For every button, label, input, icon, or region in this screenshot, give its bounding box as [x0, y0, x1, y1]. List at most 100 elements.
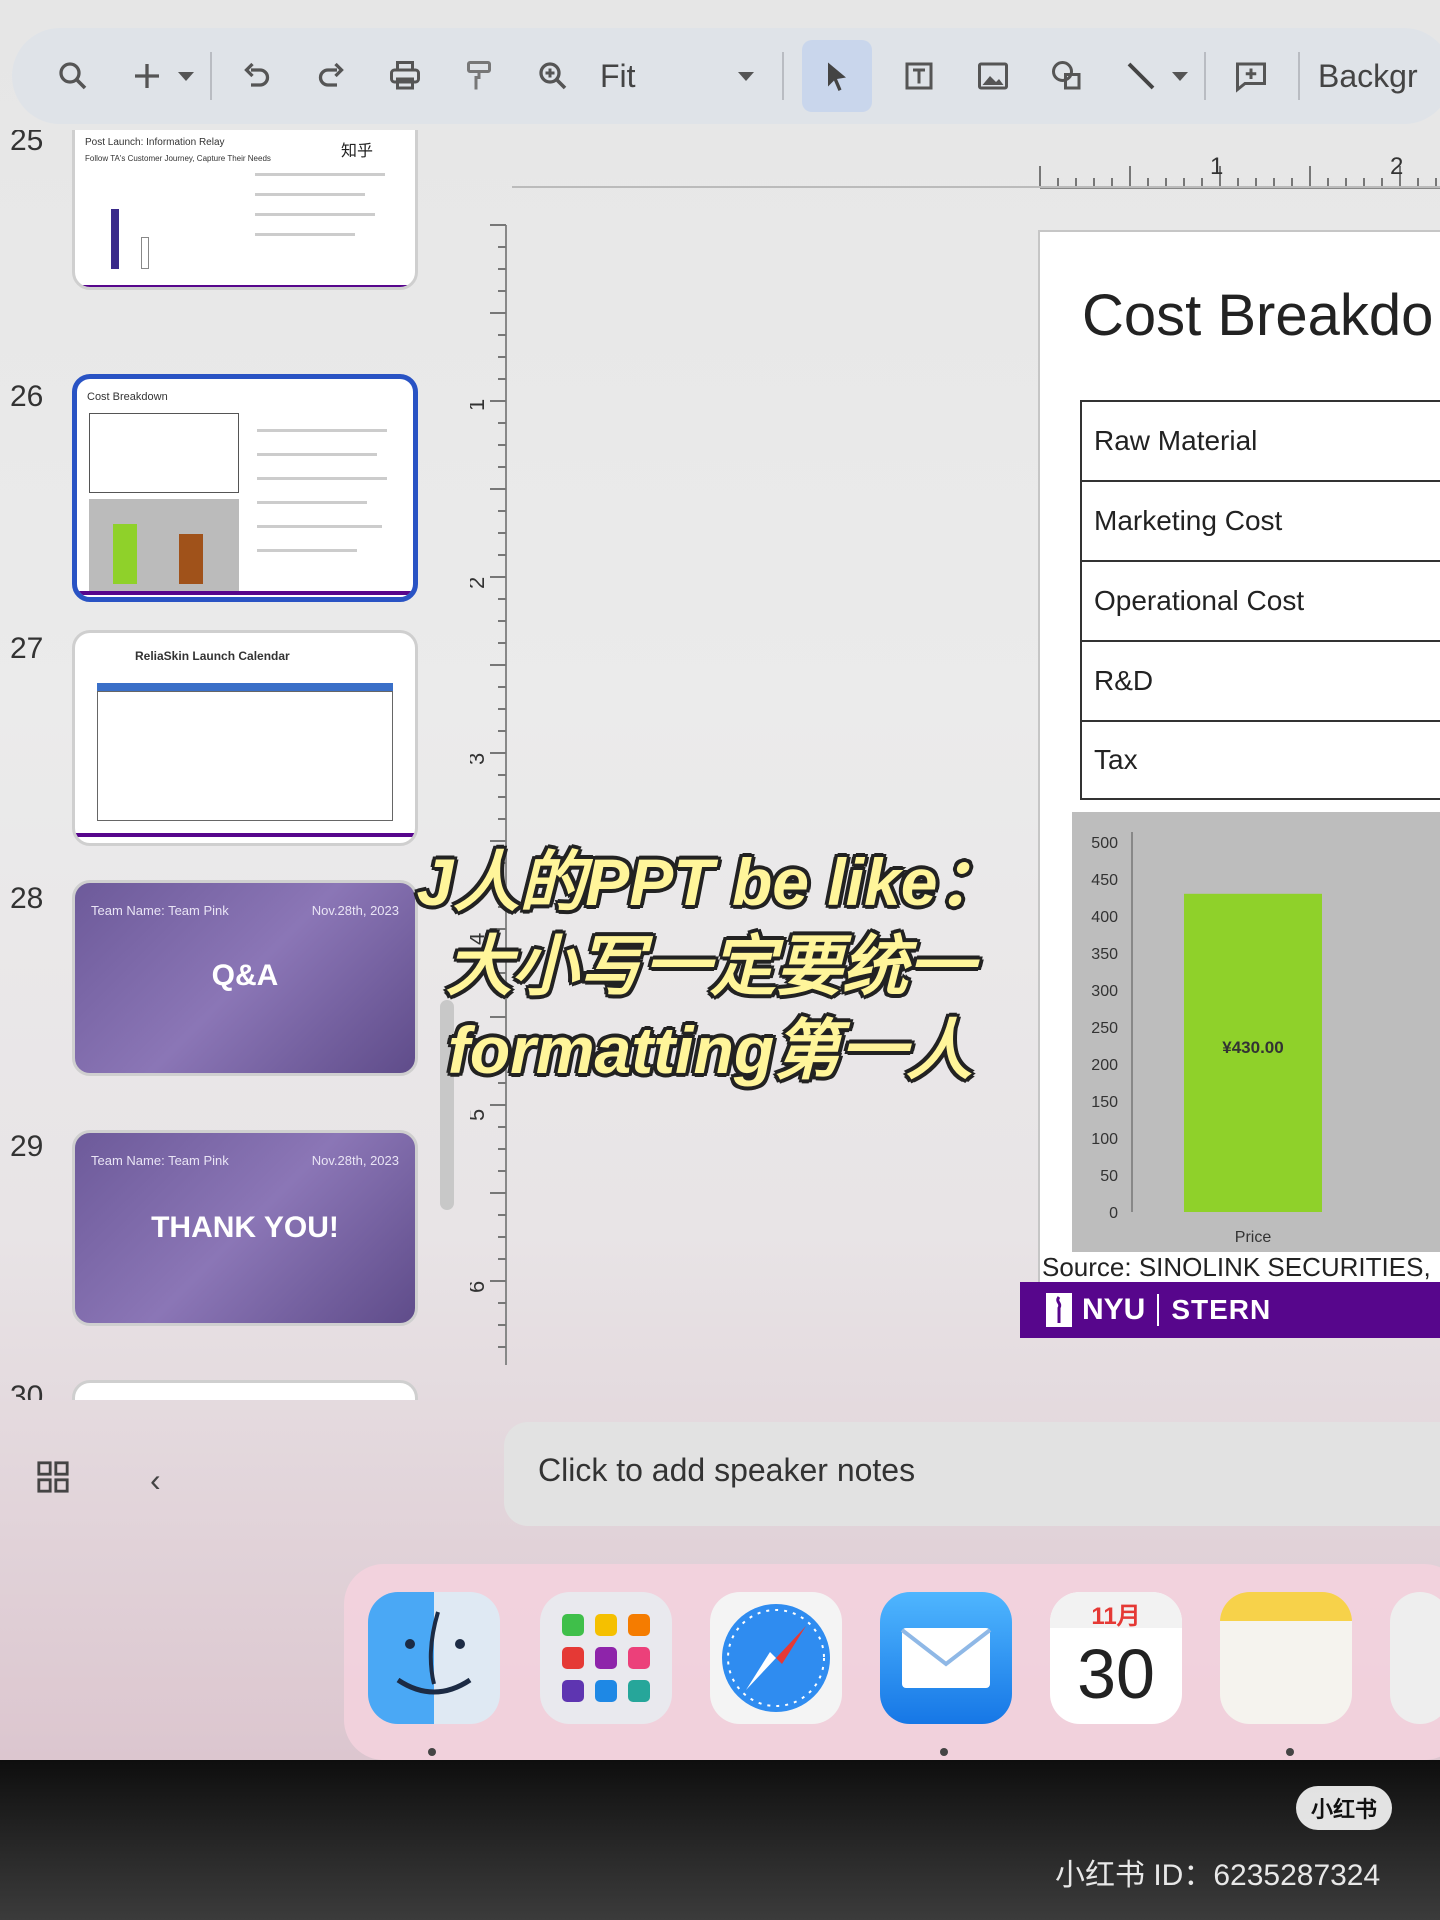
new-slide-button[interactable]	[120, 49, 174, 103]
chevron-down-icon[interactable]	[738, 71, 754, 81]
ruler-label: 2	[470, 577, 489, 589]
slide-number: 27	[10, 632, 44, 665]
paint-format-button[interactable]	[452, 49, 506, 103]
thumb-text-line	[257, 453, 377, 456]
safari-app[interactable]	[710, 1592, 842, 1724]
undo-icon	[244, 62, 270, 87]
calendar-day: 30	[1077, 1635, 1155, 1713]
y-tick-label: 50	[1100, 1168, 1118, 1185]
calendar-app[interactable]: 11月 30	[1050, 1592, 1182, 1724]
thumb-table	[97, 691, 393, 821]
ruler-label: 2	[1390, 153, 1403, 180]
table-row[interactable]: Marketing Cost	[1080, 480, 1440, 560]
thumb-footer	[77, 591, 413, 595]
x-tick-label: Price	[1235, 1229, 1272, 1246]
thumb-text-line	[257, 501, 367, 504]
thumb-footer	[75, 833, 415, 837]
mail-icon	[900, 1628, 992, 1688]
thumb-title: THANK YOU!	[151, 1211, 339, 1244]
redo-button[interactable]	[304, 49, 358, 103]
background-button[interactable]: Backgr	[1318, 58, 1418, 95]
chevron-down-icon[interactable]	[1172, 71, 1188, 81]
thumb-team: Team Name: Team Pink	[91, 1153, 229, 1168]
search-button[interactable]	[46, 49, 100, 103]
thumb-text-line	[257, 525, 382, 528]
slide-thumbnail-26[interactable]: Cost Breakdown	[72, 374, 418, 602]
slide-filmstrip: 25 Post Launch: Information Relay Follow…	[0, 130, 470, 1400]
thumb-text-line	[255, 233, 355, 236]
vertical-ruler: 1 2 3 4 5 6	[470, 224, 507, 1365]
grid-view-icon[interactable]	[36, 1460, 70, 1494]
cost-table[interactable]: Raw Material Marketing Cost Operational …	[1080, 400, 1440, 800]
toolbar-divider	[1298, 52, 1300, 100]
line-button[interactable]	[1114, 49, 1168, 103]
text-box-button[interactable]	[892, 49, 946, 103]
thumb-text-line	[255, 193, 365, 196]
thumb-table-header	[97, 683, 393, 691]
zoom-level[interactable]: Fit	[600, 58, 720, 95]
thumb-bar	[113, 524, 137, 584]
y-tick-label: 450	[1091, 872, 1118, 889]
launchpad-app[interactable]	[540, 1592, 672, 1724]
thumb-team: Team Name: Team Pink	[91, 903, 229, 918]
dock: 11月 30	[344, 1564, 1440, 1760]
thumb-text-line	[257, 477, 387, 480]
launchpad-grid-icon	[562, 1614, 650, 1702]
thumb-bar	[179, 534, 203, 584]
select-tool-button[interactable]	[802, 40, 872, 112]
nyu-stern-footer: NYU STERN	[1020, 1282, 1440, 1338]
image-icon	[978, 62, 1008, 90]
y-tick-label: 500	[1091, 835, 1118, 852]
xiaohongshu-id: 小红书 ID：6235287324	[1055, 1859, 1381, 1892]
zoom-in-icon	[539, 62, 567, 90]
slide-number: 30	[10, 1380, 44, 1400]
slide-thumbnail-30[interactable]	[72, 1380, 418, 1400]
finder-app[interactable]	[368, 1592, 500, 1724]
shape-button[interactable]	[1040, 49, 1094, 103]
chevron-down-icon[interactable]	[178, 71, 194, 81]
ruler-ticks	[490, 224, 506, 1348]
torch-icon	[1046, 1293, 1072, 1327]
text-box-icon	[905, 62, 933, 90]
slide-thumbnail-25[interactable]: Post Launch: Information Relay Follow TA…	[72, 130, 418, 290]
speaker-notes[interactable]: Click to add speaker notes	[504, 1422, 1440, 1526]
insert-image-button[interactable]	[966, 49, 1020, 103]
mail-app[interactable]	[880, 1592, 1012, 1724]
partial-dock-app[interactable]	[1390, 1592, 1440, 1724]
running-indicator	[1286, 1748, 1294, 1756]
speaker-notes-placeholder: Click to add speaker notes	[538, 1452, 916, 1488]
collapse-panel-button[interactable]: ‹	[150, 1462, 161, 1499]
print-button[interactable]	[378, 49, 432, 103]
table-row[interactable]: Operational Cost	[1080, 560, 1440, 640]
horizontal-ruler: 1 2	[1039, 153, 1440, 189]
cost-chart[interactable]: 0 50 100 150 200 250 300 350 400 450 500 ¥430.00 Pri…	[1072, 812, 1440, 1252]
y-tick-label: 400	[1091, 909, 1118, 926]
y-tick-label: 0	[1109, 1205, 1118, 1222]
slide-number: 28	[10, 882, 44, 915]
table-row[interactable]: Tax	[1080, 720, 1440, 800]
printer-icon	[390, 61, 420, 90]
table-row[interactable]: R&D	[1080, 640, 1440, 720]
slide-thumbnail-29[interactable]: Team Name: Team Pink Nov.28th, 2023 THAN…	[72, 1130, 418, 1326]
y-tick-label: 200	[1091, 1057, 1118, 1074]
slide-number: 29	[10, 1130, 44, 1163]
table-row[interactable]: Raw Material	[1080, 400, 1440, 480]
thumb-text-line	[257, 549, 357, 552]
current-slide[interactable]: Cost Breakdo Raw Material Marketing Cost…	[1020, 230, 1440, 1338]
overlay-caption: J人的PPT be like： 大小写一定要统一 formatting第一人	[380, 840, 1040, 1092]
chart-plot: 0 50 100 150 200 250 300 350 400 450 500 ¥430.00 Pri…	[1091, 832, 1322, 1246]
slide-thumbnail-27[interactable]: ReliaSkin Launch Calendar	[72, 630, 418, 846]
source-text[interactable]: Source: SINOLINK SECURITIES,	[1042, 1252, 1431, 1283]
plus-icon	[135, 64, 159, 88]
calendar-month: 11月	[1050, 1592, 1182, 1630]
add-comment-button[interactable]	[1224, 49, 1278, 103]
line-icon	[1127, 62, 1155, 90]
slide-title[interactable]: Cost Breakdo	[1082, 282, 1433, 349]
xiaohongshu-logo: 小红书	[1296, 1786, 1392, 1830]
toolbar: Fit Backgr	[12, 28, 1440, 124]
bar-data-label: ¥430.00	[1222, 1038, 1283, 1057]
zoom-button[interactable]	[526, 49, 580, 103]
notes-app[interactable]	[1220, 1592, 1352, 1724]
slide-thumbnail-28[interactable]: Team Name: Team Pink Nov.28th, 2023 Q&A	[72, 880, 418, 1076]
undo-button[interactable]	[230, 49, 284, 103]
